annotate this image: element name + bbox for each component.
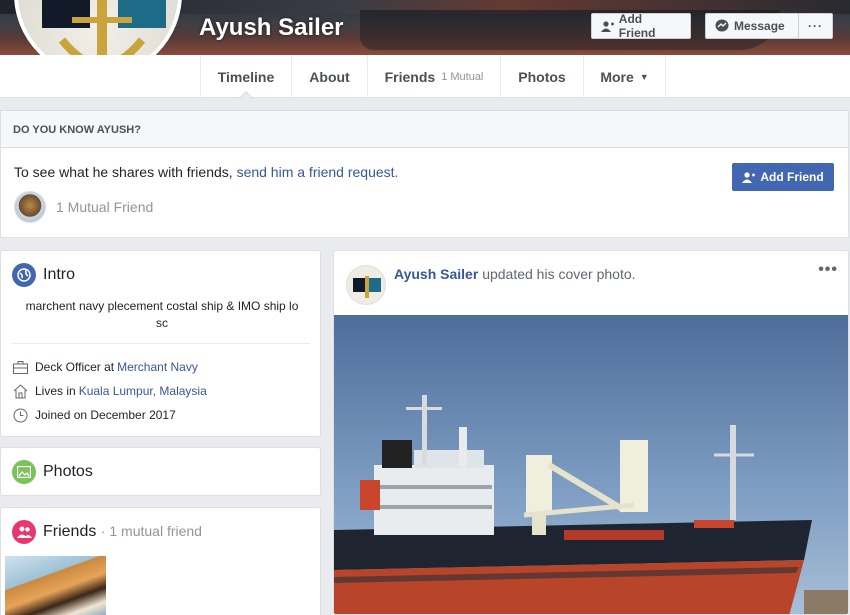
intro-bio-line1: marchent navy plecement costal ship & IM… [25,299,299,313]
message-label: Message [734,19,785,33]
profile-nav: Timeline About Friends 1 Mutual Photos M… [0,55,850,100]
photos-title[interactable]: Photos [43,463,93,481]
mutual-friend-row[interactable]: 1 Mutual Friend [14,191,153,223]
friend-request-prompt: DO YOU KNOW AYUSH? To see what he shares… [0,110,849,238]
briefcase-icon [12,359,28,375]
prompt-text-prefix: To see what he shares with friends, [14,164,233,180]
lives-link[interactable]: Kuala Lumpur, Malaysia [79,384,207,398]
tab-photos[interactable]: Photos [500,55,583,98]
tab-about[interactable]: About [291,55,367,98]
profile-name: Ayush Sailer [199,14,344,41]
friends-title-row: Friends · 1 mutual friend [43,523,202,541]
post-avatar-book-right [369,278,381,292]
add-friend-icon [742,171,756,183]
caret-down-icon: ▼ [639,71,649,82]
tab-friends-label: Friends [384,68,436,85]
tab-timeline-label: Timeline [217,68,275,85]
messenger-icon [715,19,729,32]
intro-divider [12,343,310,344]
intro-bio: marchent navy plecement costal ship & IM… [15,298,309,332]
friends-count: · 1 mutual friend [100,523,202,539]
tab-timeline[interactable]: Timeline [200,55,291,100]
tab-photos-label: Photos [518,68,566,85]
more-options-button[interactable]: ··· [798,13,833,39]
mutual-friend-label: 1 Mutual Friend [56,199,154,215]
friends-card: Friends · 1 mutual friend [0,507,321,615]
friends-title[interactable]: Friends [43,523,96,540]
post-action-text: updated his cover photo. [482,266,636,282]
add-friend-primary-button[interactable]: Add Friend [732,163,834,191]
work-prefix: Deck Officer at [35,360,115,374]
post-author-avatar[interactable] [346,265,386,305]
lives-prefix: Lives in [35,384,76,398]
tab-more-label: More [600,68,634,85]
friend-thumbnail[interactable] [5,556,106,615]
intro-title: Intro [43,266,76,283]
post-options-button[interactable]: ••• [818,261,838,279]
post-avatar-book-left [353,278,365,292]
intro-card: Intro marchent navy plecement costal shi… [0,250,321,437]
work-link[interactable]: Merchant Navy [117,360,198,374]
add-friend-label: Add Friend [618,12,656,40]
post-photo[interactable] [334,315,848,614]
add-friend-primary-label: Add Friend [760,170,824,184]
prompt-text: To see what he shares with friends, send… [14,164,398,180]
prompt-heading: DO YOU KNOW AYUSH? [1,111,848,148]
clock-icon [12,407,28,423]
tab-friends[interactable]: Friends 1 Mutual [367,55,500,98]
add-friend-button[interactable]: Add Friend [591,12,691,40]
photos-card[interactable]: Photos [0,447,321,496]
mutual-friend-avatar[interactable] [14,191,46,223]
joined-row: Joined on December 2017 [12,407,176,423]
joined-text: Joined on December 2017 [35,408,176,422]
globe-icon [12,263,36,287]
post-avatar-anchor [365,276,369,298]
friends-icon [12,520,36,544]
add-friend-icon [601,20,614,32]
tab-about-label: About [309,68,350,85]
post-author-name[interactable]: Ayush Sailer [394,266,478,282]
photo-icon [12,460,36,484]
work-row: Deck Officer at Merchant Navy [12,359,198,375]
friend-request-link[interactable]: send him a friend request. [237,164,399,180]
home-icon [12,383,28,399]
cover-photo-post: Ayush Sailer updated his cover photo. ••… [333,250,849,615]
message-button[interactable]: Message [705,13,799,39]
ship-photo [334,315,848,614]
post-header: Ayush Sailer updated his cover photo. [394,266,636,282]
intro-bio-line2: sc [156,316,168,330]
lives-row: Lives in Kuala Lumpur, Malaysia [12,383,207,399]
tab-friends-mutual-count: 1 Mutual [441,70,484,83]
tab-more[interactable]: More ▼ [583,55,666,98]
